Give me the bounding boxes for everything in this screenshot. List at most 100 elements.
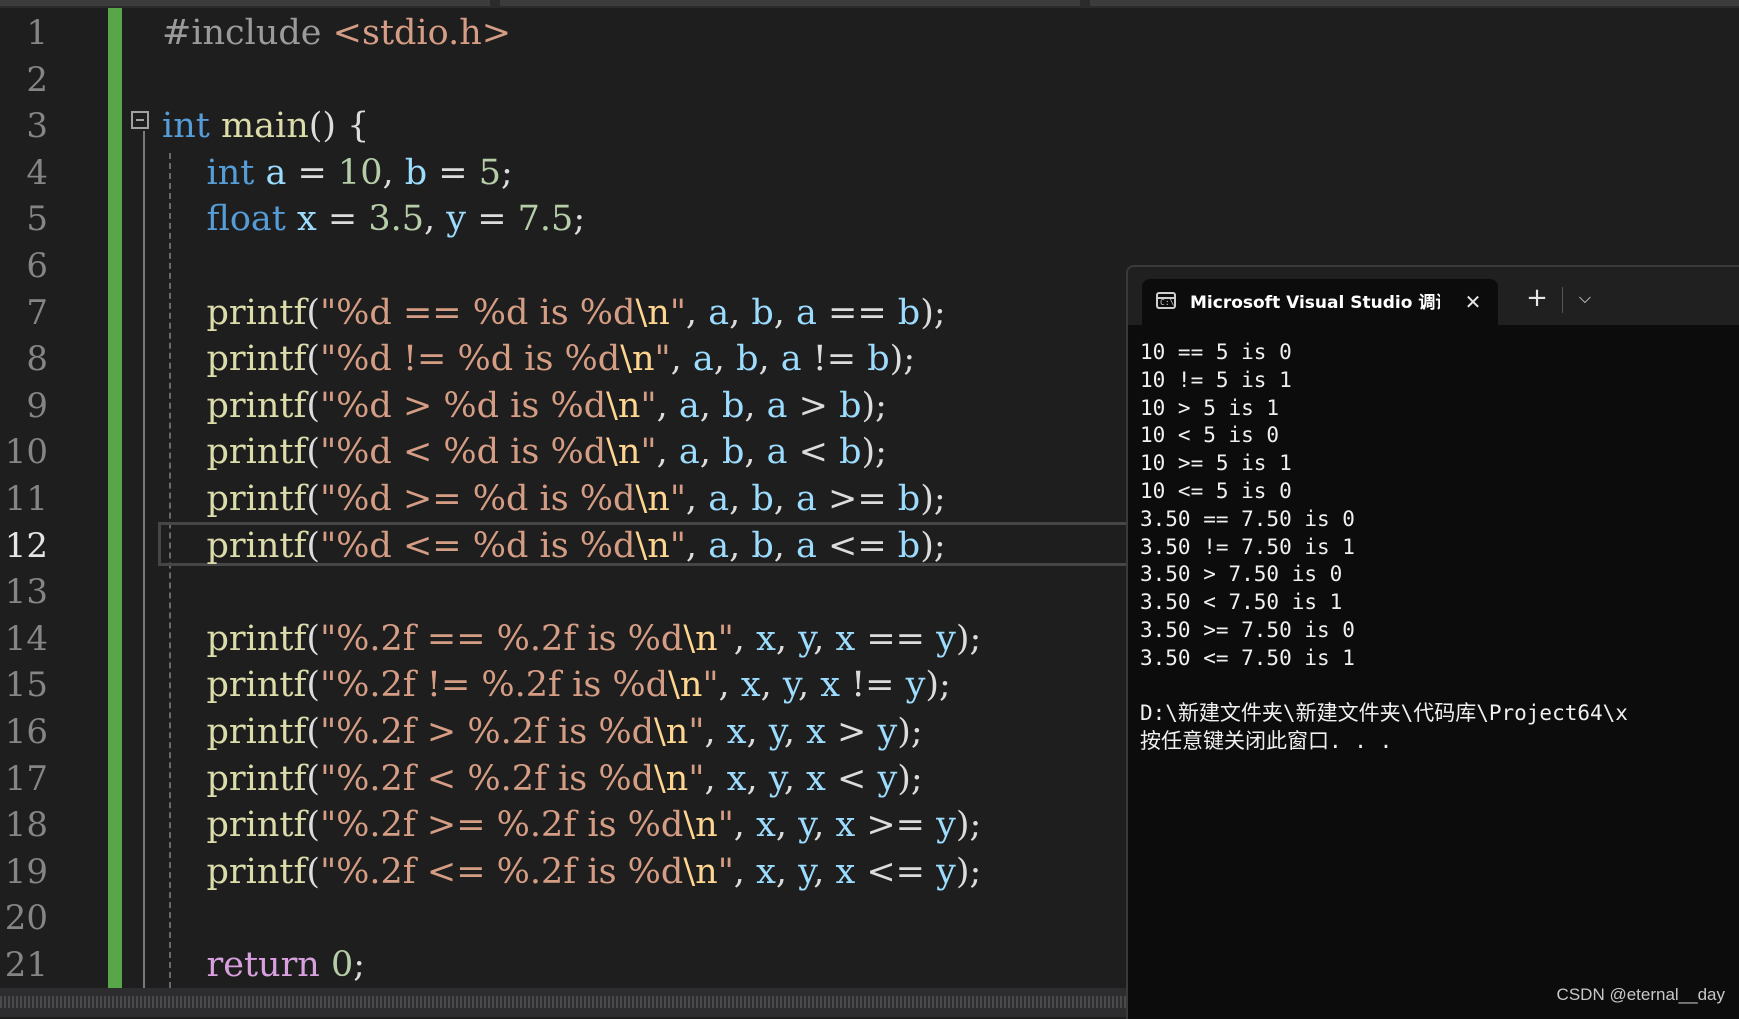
code-line[interactable]: printf("%d < %d is %d\n", a, b, a < b); bbox=[162, 429, 887, 476]
console-output-line: 3.50 < 7.50 is 1 bbox=[1140, 590, 1343, 615]
code-line[interactable]: printf("%.2f >= %.2f is %d\n", x, y, x >… bbox=[162, 802, 982, 849]
code-token: a bbox=[708, 525, 730, 566]
code-token: , bbox=[813, 805, 836, 846]
close-icon[interactable]: ✕ bbox=[1460, 289, 1486, 315]
code-token: = bbox=[466, 199, 518, 240]
code-token: "%d <= %d is %d bbox=[320, 525, 636, 566]
code-token: ( bbox=[306, 665, 321, 706]
code-token: x bbox=[726, 712, 747, 752]
code-token: printf bbox=[206, 665, 307, 706]
code-token: y bbox=[936, 805, 956, 846]
code-token: , bbox=[775, 618, 799, 659]
code-token: = bbox=[286, 152, 338, 193]
top-tab-strip bbox=[0, 0, 1739, 8]
code-line[interactable]: printf("%.2f > %.2f is %d\n", x, y, x > … bbox=[162, 709, 923, 756]
code-line[interactable]: printf("%.2f != %.2f is %d\n", x, y, x !… bbox=[162, 662, 951, 709]
code-token: ); bbox=[920, 292, 946, 333]
console-output-line: 10 <= 5 is 0 bbox=[1140, 478, 1292, 503]
code-token: \n bbox=[635, 525, 670, 566]
code-token: ); bbox=[925, 665, 951, 706]
console-tab[interactable]: C:\ Microsoft Visual Studio 调试控 ✕ bbox=[1142, 279, 1498, 325]
code-token: ); bbox=[920, 525, 946, 566]
code-token: " bbox=[669, 525, 686, 566]
code-token: "%.2f < %.2f is %d bbox=[320, 758, 655, 799]
code-editor[interactable]: 1 2 3 4 5 6 7 8 9 10 11 12 13 14 15 16 17 18 19 20 21 #inclu… bbox=[0, 8, 1126, 988]
code-token: y bbox=[936, 618, 956, 659]
code-token: , bbox=[733, 618, 757, 659]
code-token: "%.2f != %.2f is %d bbox=[320, 665, 669, 706]
code-token: ); bbox=[955, 851, 982, 892]
code-line[interactable]: #include <stdio.h> bbox=[162, 10, 511, 57]
code-token: , bbox=[744, 385, 767, 426]
code-token: x bbox=[806, 712, 826, 752]
code-token: x bbox=[835, 851, 856, 892]
console-output-line: 3.50 <= 7.50 is 1 bbox=[1140, 645, 1355, 670]
new-tab-button[interactable]: + bbox=[1522, 283, 1552, 313]
code-token: printf bbox=[206, 479, 307, 519]
debug-console-window[interactable]: C:\ Microsoft Visual Studio 调试控 ✕ + ⌵ 10… bbox=[1126, 265, 1739, 1019]
code-line[interactable]: printf("%d == %d is %d\n", a, b, a == b)… bbox=[162, 290, 946, 337]
line-number: 15 bbox=[4, 665, 48, 706]
code-line[interactable]: printf("%d > %d is %d\n", a, b, a > b); bbox=[162, 383, 887, 430]
line-number: 11 bbox=[4, 479, 48, 519]
code-token: , bbox=[729, 479, 752, 519]
code-line[interactable]: printf("%d != %d is %d\n", a, b, a != b)… bbox=[162, 336, 916, 383]
code-token: a bbox=[692, 339, 714, 380]
code-token: () { bbox=[308, 106, 370, 147]
code-token: b bbox=[722, 432, 745, 473]
code-token: , bbox=[670, 339, 693, 380]
line-number: 8 bbox=[26, 339, 48, 380]
code-token: b bbox=[867, 339, 890, 380]
line-number: 12 bbox=[4, 525, 48, 566]
code-line[interactable]: float x = 3.5, y = 7.5; bbox=[162, 196, 586, 243]
code-line[interactable]: int a = 10, b = 5; bbox=[162, 150, 513, 197]
code-token: float bbox=[206, 199, 286, 240]
code-token: , bbox=[733, 851, 757, 892]
code-token: <= bbox=[855, 851, 937, 892]
code-line[interactable]: int main() { bbox=[162, 103, 369, 150]
code-token: "%.2f >= %.2f is %d bbox=[320, 805, 684, 846]
code-token: x bbox=[756, 851, 776, 892]
code-token: x bbox=[756, 805, 776, 846]
code-token: , bbox=[813, 851, 836, 892]
chevron-down-icon[interactable]: ⌵ bbox=[1570, 283, 1600, 313]
code-token: ); bbox=[861, 385, 887, 426]
code-token: <stdio.h> bbox=[332, 13, 512, 53]
console-output-line: 10 != 5 is 1 bbox=[1140, 367, 1292, 392]
code-token: #include bbox=[162, 13, 333, 53]
collapse-icon[interactable] bbox=[131, 111, 149, 129]
code-line[interactable]: printf("%.2f == %.2f is %d\n", x, y, x =… bbox=[162, 616, 982, 663]
line-number: 14 bbox=[4, 618, 48, 659]
scrollbar-thumb[interactable] bbox=[0, 996, 1126, 1008]
code-line[interactable]: printf("%.2f <= %.2f is %d\n", x, y, x <… bbox=[162, 849, 982, 896]
horizontal-scrollbar[interactable] bbox=[0, 988, 1126, 1017]
code-token: , bbox=[704, 758, 727, 799]
code-line[interactable]: return 0; bbox=[162, 942, 366, 988]
line-number: 5 bbox=[26, 199, 48, 240]
code-token: ( bbox=[306, 479, 321, 519]
code-token: ); bbox=[955, 618, 982, 659]
code-token: , bbox=[813, 618, 836, 659]
code-token: , bbox=[704, 712, 727, 752]
code-token: ; bbox=[573, 199, 586, 240]
code-line[interactable]: printf("%d >= %d is %d\n", a, b, a >= b)… bbox=[162, 476, 946, 523]
code-token: y bbox=[877, 712, 898, 752]
code-token: , bbox=[685, 292, 709, 333]
code-line[interactable]: printf("%d <= %d is %d\n", a, b, a <= b)… bbox=[162, 523, 946, 570]
code-token: y bbox=[798, 851, 814, 892]
code-token: x bbox=[740, 665, 761, 706]
code-token: x bbox=[835, 618, 856, 659]
line-number: 20 bbox=[4, 898, 48, 939]
watermark: CSDN @eternal__day bbox=[1556, 985, 1725, 1004]
tab-strip-segment bbox=[1090, 0, 1739, 6]
code-line[interactable]: printf("%.2f < %.2f is %d\n", x, y, x < … bbox=[162, 756, 923, 803]
code-token: y bbox=[782, 665, 798, 706]
code-token: , bbox=[775, 805, 799, 846]
console-output: 10 == 5 is 0 10 != 5 is 1 10 > 5 is 1 10 < … bbox=[1140, 339, 1739, 756]
code-token: \n bbox=[683, 805, 718, 846]
console-output-line: 3.50 >= 7.50 is 0 bbox=[1140, 617, 1355, 642]
code-token: a bbox=[766, 385, 788, 426]
code-token: y bbox=[798, 805, 814, 846]
